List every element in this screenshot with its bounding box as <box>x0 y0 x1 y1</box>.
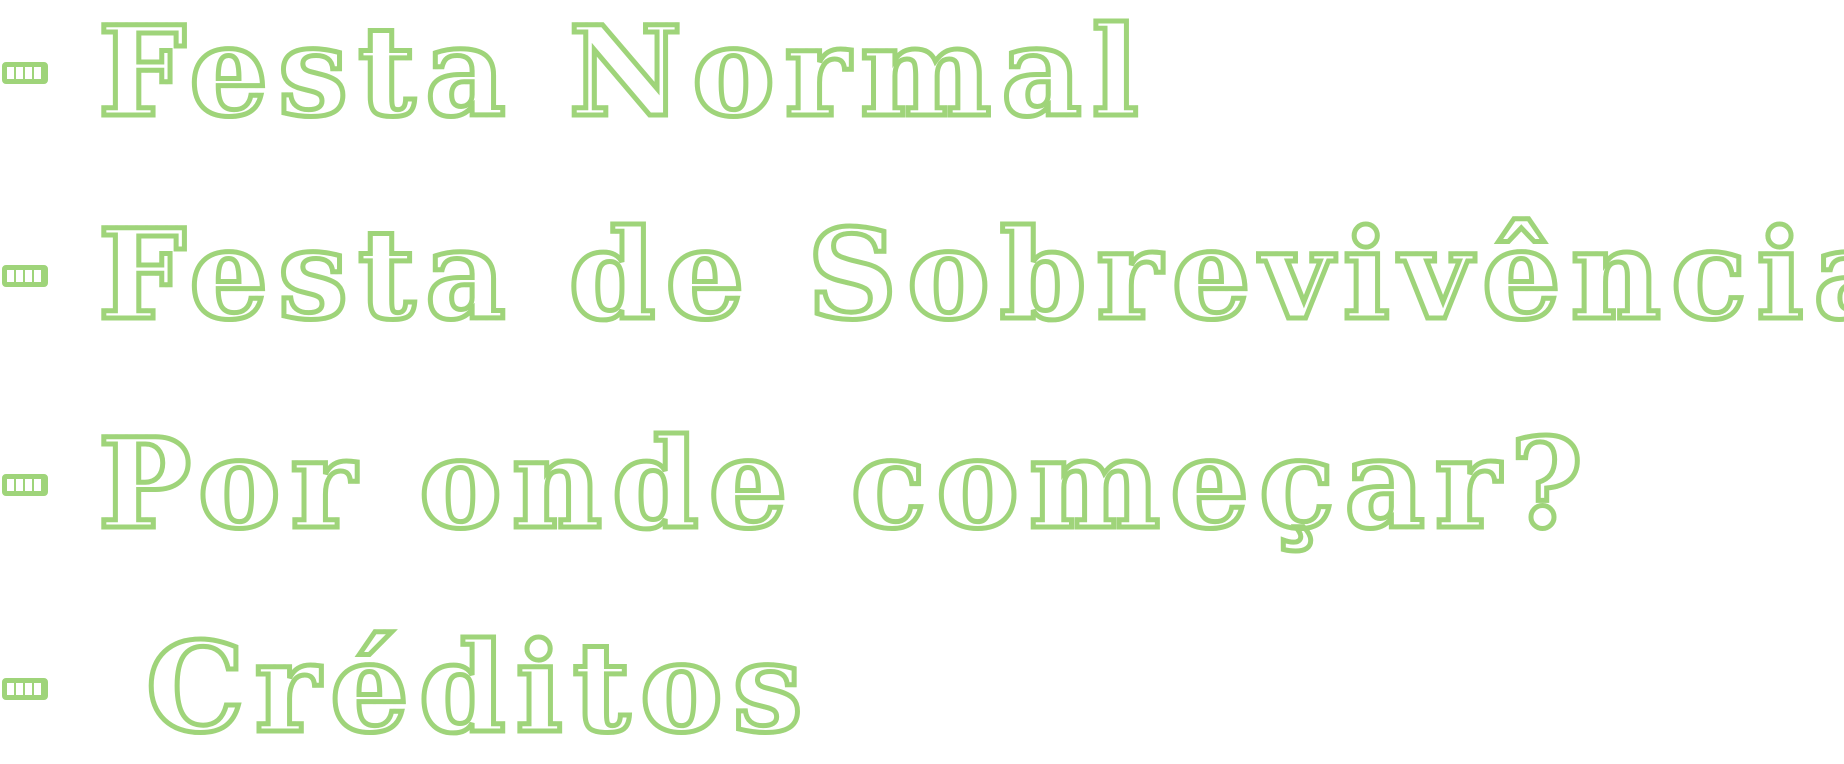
menu-bullet-dash <box>2 474 48 496</box>
menu-item-label: Festa de Sobrevivência <box>96 201 1844 351</box>
menu-item-label: Créditos <box>144 614 813 764</box>
menu-bullet-dash <box>2 678 48 700</box>
menu-item-festa-normal[interactable]: Festa Normal <box>0 0 1149 148</box>
menu-item-festa-de-sobrevivencia[interactable]: Festa de Sobrevivência <box>0 201 1844 351</box>
menu-item-label: Festa Normal <box>96 0 1149 148</box>
main-menu: Festa Normal Festa de Sobrevivência Por … <box>0 0 1844 764</box>
menu-item-label: Por onde começar? <box>96 410 1593 560</box>
menu-bullet-dash <box>2 62 48 84</box>
menu-item-creditos[interactable]: Créditos <box>0 614 813 764</box>
menu-item-por-onde-comecar[interactable]: Por onde começar? <box>0 410 1593 560</box>
menu-bullet-dash <box>2 265 48 287</box>
